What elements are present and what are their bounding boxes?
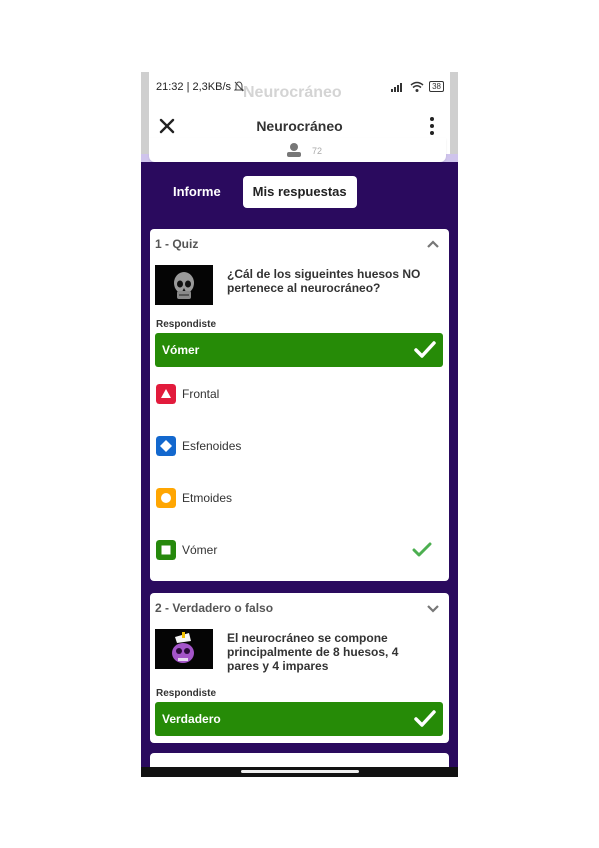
check-icon — [414, 710, 436, 727]
battery-icon: 38 — [429, 81, 444, 92]
option-label: Vómer — [182, 543, 218, 557]
question-card-2: 2 - Verdadero o falso El neurocráneo se … — [150, 593, 449, 743]
tab-mis-respuestas[interactable]: Mis respuestas — [242, 176, 357, 208]
phone-screen: 21:32 | 2,3KB/s Neurocráneo 38 Neurocrán… — [141, 72, 458, 777]
selected-answer: Vómer — [155, 333, 443, 367]
question-header[interactable]: 2 - Verdadero o falso — [155, 601, 273, 615]
view-tabs: Informe Mis respuestas — [161, 176, 357, 208]
correct-check-icon — [412, 542, 432, 557]
responded-label: Respondiste — [156, 319, 217, 330]
chevron-down-icon[interactable] — [427, 603, 439, 613]
option-frontal: Frontal — [156, 384, 444, 404]
players-bar: 72 — [149, 138, 446, 162]
player-count: 72 — [312, 146, 323, 156]
home-indicator[interactable] — [241, 770, 359, 773]
option-vomer: Vómer — [156, 540, 444, 560]
question-image-cartoon — [155, 629, 213, 669]
ghost-title: Neurocráneo — [243, 84, 342, 101]
option-esfenoides: Esfenoides — [156, 436, 444, 456]
screen-edge-right — [450, 72, 458, 154]
screen-edge-left — [141, 72, 149, 154]
option-label: Etmoides — [182, 491, 233, 505]
page-title: Neurocráneo — [256, 118, 343, 134]
question-header[interactable]: 1 - Quiz — [155, 237, 198, 251]
option-etmoides: Etmoides — [156, 488, 444, 508]
option-label: Frontal — [182, 387, 220, 401]
question-image-skull — [155, 265, 213, 305]
person-icon — [287, 143, 301, 157]
skull-image — [155, 265, 213, 305]
signal-icon — [391, 82, 403, 92]
selected-answer: Verdadero — [155, 702, 443, 736]
chevron-up-icon[interactable] — [427, 239, 439, 249]
navigation-bar — [141, 767, 458, 777]
status-time-speed: 21:32 | 2,3KB/s — [156, 81, 232, 93]
question-text: ¿Cál de los sigueintes huesos NO pertene… — [227, 267, 421, 295]
selected-answer-text: Vómer — [162, 343, 200, 357]
question-text: El neurocráneo se compone principalmente… — [227, 631, 399, 673]
option-label: Esfenoides — [182, 439, 242, 453]
status-icons: 38 — [391, 81, 444, 92]
diamond-icon — [156, 436, 176, 456]
circle-icon — [156, 488, 176, 508]
check-icon — [414, 341, 436, 358]
square-icon — [156, 540, 176, 560]
triangle-icon — [156, 384, 176, 404]
status-bar: 21:32 | 2,3KB/s Neurocráneo 38 — [141, 72, 458, 102]
responded-label: Respondiste — [156, 688, 217, 699]
selected-answer-text: Verdadero — [162, 712, 221, 726]
cartoon-skull-image — [155, 629, 213, 669]
wifi-icon — [410, 81, 424, 92]
tab-informe[interactable]: Informe — [161, 176, 233, 208]
question-card-1: 1 - Quiz ¿Cál de los sigueintes huesos N… — [150, 229, 449, 581]
more-options-icon[interactable] — [422, 116, 442, 136]
